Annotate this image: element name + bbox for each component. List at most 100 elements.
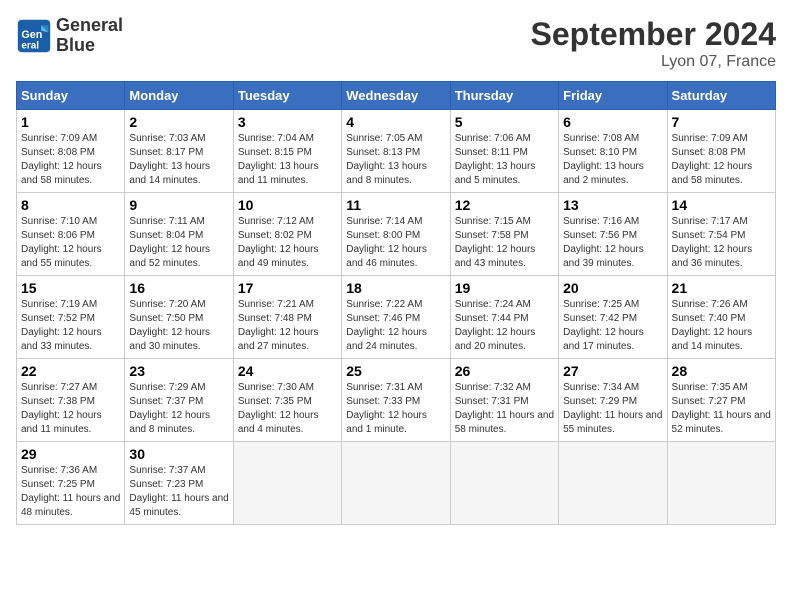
day-number: 7 bbox=[672, 114, 771, 130]
weekday-header-monday: Monday bbox=[125, 82, 233, 110]
day-cell-28: 28Sunrise: 7:35 AMSunset: 7:27 PMDayligh… bbox=[667, 359, 775, 442]
day-number: 25 bbox=[346, 363, 445, 379]
day-info: Sunrise: 7:08 AMSunset: 8:10 PMDaylight:… bbox=[563, 132, 662, 188]
day-number: 16 bbox=[129, 280, 228, 296]
logo-text: General Blue bbox=[56, 16, 123, 56]
day-cell-6: 6 Sunrise: 7:08 AMSunset: 8:10 PMDaylight… bbox=[559, 110, 667, 193]
weekday-header-row: SundayMondayTuesdayWednesdayThursdayFrid… bbox=[17, 82, 776, 110]
weekday-header-sunday: Sunday bbox=[17, 82, 125, 110]
day-cell-30: 30 Sunrise: 7:37 AMSunset: 7:23 PMDayligh… bbox=[125, 442, 233, 525]
day-number: 18 bbox=[346, 280, 445, 296]
day-number: 17 bbox=[238, 280, 337, 296]
day-cell-27: 27 Sunrise: 7:34 AMSunset: 7:29 PMDayligh… bbox=[559, 359, 667, 442]
day-cell-4: 4 Sunrise: 7:05 AMSunset: 8:13 PMDaylight… bbox=[342, 110, 450, 193]
month-title: September 2024 bbox=[531, 16, 776, 53]
day-cell-10: 10Sunrise: 7:12 AMSunset: 8:02 PMDayligh… bbox=[233, 193, 341, 276]
day-info: Sunrise: 7:11 AMSunset: 8:04 PMDaylight:… bbox=[129, 215, 228, 271]
day-info: Sunrise: 7:27 AMSunset: 7:38 PMDaylight:… bbox=[21, 381, 120, 437]
calendar-row-1: 1 Sunrise: 7:09 AMSunset: 8:08 PMDaylight… bbox=[17, 110, 776, 193]
day-number: 22 bbox=[21, 363, 120, 379]
day-number: 20 bbox=[563, 280, 662, 296]
day-number: 28 bbox=[672, 363, 771, 379]
day-cell-18: 18 Sunrise: 7:22 AMSunset: 7:46 PMDayligh… bbox=[342, 276, 450, 359]
day-info: Sunrise: 7:31 AMSunset: 7:33 PMDaylight:… bbox=[346, 381, 445, 437]
day-cell-22: 22 Sunrise: 7:27 AMSunset: 7:38 PMDayligh… bbox=[17, 359, 125, 442]
empty-cell bbox=[342, 442, 450, 525]
day-cell-1: 1 Sunrise: 7:09 AMSunset: 8:08 PMDaylight… bbox=[17, 110, 125, 193]
day-info: Sunrise: 7:03 AMSunset: 8:17 PMDaylight:… bbox=[129, 132, 228, 188]
day-number: 8 bbox=[21, 197, 120, 213]
weekday-header-wednesday: Wednesday bbox=[342, 82, 450, 110]
day-cell-5: 5 Sunrise: 7:06 AMSunset: 8:11 PMDaylight… bbox=[450, 110, 558, 193]
day-number: 15 bbox=[21, 280, 120, 296]
location: Lyon 07, France bbox=[531, 53, 776, 71]
empty-cell bbox=[667, 442, 775, 525]
day-cell-14: 14Sunrise: 7:17 AMSunset: 7:54 PMDayligh… bbox=[667, 193, 775, 276]
calendar-row-3: 15 Sunrise: 7:19 AMSunset: 7:52 PMDayligh… bbox=[17, 276, 776, 359]
day-cell-23: 23 Sunrise: 7:29 AMSunset: 7:37 PMDayligh… bbox=[125, 359, 233, 442]
day-number: 23 bbox=[129, 363, 228, 379]
day-cell-8: 8 Sunrise: 7:10 AMSunset: 8:06 PMDaylight… bbox=[17, 193, 125, 276]
day-info: Sunrise: 7:36 AMSunset: 7:25 PMDaylight:… bbox=[21, 464, 120, 520]
day-number: 4 bbox=[346, 114, 445, 130]
day-number: 24 bbox=[238, 363, 337, 379]
day-info: Sunrise: 7:15 AMSunset: 7:58 PMDaylight:… bbox=[455, 215, 554, 271]
day-cell-25: 25 Sunrise: 7:31 AMSunset: 7:33 PMDayligh… bbox=[342, 359, 450, 442]
day-info: Sunrise: 7:20 AMSunset: 7:50 PMDaylight:… bbox=[129, 298, 228, 354]
day-number: 19 bbox=[455, 280, 554, 296]
day-cell-16: 16 Sunrise: 7:20 AMSunset: 7:50 PMDayligh… bbox=[125, 276, 233, 359]
day-number: 3 bbox=[238, 114, 337, 130]
day-info: Sunrise: 7:21 AMSunset: 7:48 PMDaylight:… bbox=[238, 298, 337, 354]
day-info: Sunrise: 7:29 AMSunset: 7:37 PMDaylight:… bbox=[129, 381, 228, 437]
empty-cell bbox=[450, 442, 558, 525]
day-info: Sunrise: 7:34 AMSunset: 7:29 PMDaylight:… bbox=[563, 381, 662, 437]
day-cell-24: 24 Sunrise: 7:30 AMSunset: 7:35 PMDayligh… bbox=[233, 359, 341, 442]
page-header: Gen eral General Blue September 2024 Lyo… bbox=[16, 16, 776, 71]
day-number: 21 bbox=[672, 280, 771, 296]
day-info: Sunrise: 7:22 AMSunset: 7:46 PMDaylight:… bbox=[346, 298, 445, 354]
day-info: Sunrise: 7:05 AMSunset: 8:13 PMDaylight:… bbox=[346, 132, 445, 188]
day-number: 29 bbox=[21, 446, 120, 462]
day-number: 5 bbox=[455, 114, 554, 130]
day-info: Sunrise: 7:30 AMSunset: 7:35 PMDaylight:… bbox=[238, 381, 337, 437]
day-number: 27 bbox=[563, 363, 662, 379]
empty-cell bbox=[233, 442, 341, 525]
day-cell-20: 20 Sunrise: 7:25 AMSunset: 7:42 PMDayligh… bbox=[559, 276, 667, 359]
day-info: Sunrise: 7:12 AMSunset: 8:02 PMDaylight:… bbox=[238, 215, 337, 271]
calendar-row-4: 22 Sunrise: 7:27 AMSunset: 7:38 PMDayligh… bbox=[17, 359, 776, 442]
day-cell-21: 21 Sunrise: 7:26 AMSunset: 7:40 PMDayligh… bbox=[667, 276, 775, 359]
day-number: 30 bbox=[129, 446, 228, 462]
calendar-table: SundayMondayTuesdayWednesdayThursdayFrid… bbox=[16, 81, 776, 525]
day-cell-12: 12Sunrise: 7:15 AMSunset: 7:58 PMDayligh… bbox=[450, 193, 558, 276]
day-info: Sunrise: 7:09 AMSunset: 8:08 PMDaylight:… bbox=[21, 132, 120, 188]
title-section: September 2024 Lyon 07, France bbox=[531, 16, 776, 71]
day-info: Sunrise: 7:25 AMSunset: 7:42 PMDaylight:… bbox=[563, 298, 662, 354]
day-number: 11 bbox=[346, 197, 445, 213]
day-cell-3: 3Sunrise: 7:04 AMSunset: 8:15 PMDaylight… bbox=[233, 110, 341, 193]
day-info: Sunrise: 7:14 AMSunset: 8:00 PMDaylight:… bbox=[346, 215, 445, 271]
day-cell-29: 29 Sunrise: 7:36 AMSunset: 7:25 PMDayligh… bbox=[17, 442, 125, 525]
day-cell-19: 19Sunrise: 7:24 AMSunset: 7:44 PMDayligh… bbox=[450, 276, 558, 359]
day-cell-13: 13 Sunrise: 7:16 AMSunset: 7:56 PMDayligh… bbox=[559, 193, 667, 276]
empty-cell bbox=[559, 442, 667, 525]
day-number: 13 bbox=[563, 197, 662, 213]
svg-text:Gen: Gen bbox=[21, 29, 42, 41]
day-cell-15: 15 Sunrise: 7:19 AMSunset: 7:52 PMDayligh… bbox=[17, 276, 125, 359]
day-number: 6 bbox=[563, 114, 662, 130]
day-info: Sunrise: 7:06 AMSunset: 8:11 PMDaylight:… bbox=[455, 132, 554, 188]
day-info: Sunrise: 7:09 AMSunset: 8:08 PMDaylight:… bbox=[672, 132, 771, 188]
day-info: Sunrise: 7:32 AMSunset: 7:31 PMDaylight:… bbox=[455, 381, 554, 437]
weekday-header-friday: Friday bbox=[559, 82, 667, 110]
day-info: Sunrise: 7:19 AMSunset: 7:52 PMDaylight:… bbox=[21, 298, 120, 354]
day-number: 2 bbox=[129, 114, 228, 130]
day-cell-2: 2 Sunrise: 7:03 AMSunset: 8:17 PMDaylight… bbox=[125, 110, 233, 193]
weekday-header-saturday: Saturday bbox=[667, 82, 775, 110]
day-info: Sunrise: 7:37 AMSunset: 7:23 PMDaylight:… bbox=[129, 464, 228, 520]
day-info: Sunrise: 7:16 AMSunset: 7:56 PMDaylight:… bbox=[563, 215, 662, 271]
day-number: 1 bbox=[21, 114, 120, 130]
day-info: Sunrise: 7:26 AMSunset: 7:40 PMDaylight:… bbox=[672, 298, 771, 354]
day-info: Sunrise: 7:10 AMSunset: 8:06 PMDaylight:… bbox=[21, 215, 120, 271]
day-cell-9: 9Sunrise: 7:11 AMSunset: 8:04 PMDaylight… bbox=[125, 193, 233, 276]
calendar-row-5: 29 Sunrise: 7:36 AMSunset: 7:25 PMDayligh… bbox=[17, 442, 776, 525]
day-number: 14 bbox=[672, 197, 771, 213]
